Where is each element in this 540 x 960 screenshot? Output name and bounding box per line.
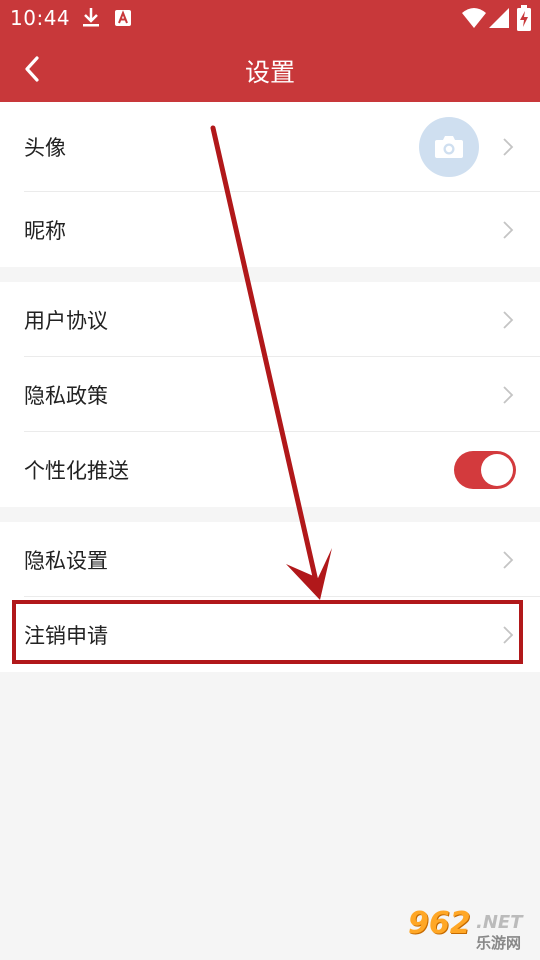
chevron-right-icon <box>503 138 514 156</box>
battery-charging-icon <box>517 5 531 35</box>
toggle-knob <box>481 453 513 486</box>
account-group: 隐私设置 注销申请 <box>0 522 540 672</box>
user-agreement-row[interactable]: 用户协议 <box>0 282 540 357</box>
account-cancellation-row[interactable]: 注销申请 <box>0 597 540 672</box>
status-time: 10:44 <box>10 6 71 30</box>
avatar-label: 头像 <box>24 136 66 160</box>
nickname-row[interactable]: 昵称 <box>0 192 540 267</box>
avatar[interactable] <box>419 117 479 177</box>
chevron-right-icon <box>503 310 514 329</box>
header-bar: 设置 <box>0 36 540 102</box>
user-agreement-label: 用户协议 <box>24 308 108 333</box>
watermark-site: 乐游网 <box>476 934 522 952</box>
chevron-right-icon <box>503 220 514 239</box>
watermark-number: 962 <box>408 906 471 941</box>
privacy-policy-row[interactable]: 隐私政策 <box>0 357 540 432</box>
chevron-right-icon <box>503 625 514 644</box>
personalized-push-row: 个性化推送 <box>0 432 540 507</box>
app-notification-icon <box>114 9 132 31</box>
camera-icon <box>435 136 463 158</box>
page-title: 设置 <box>244 58 295 87</box>
privacy-settings-label: 隐私设置 <box>24 548 108 573</box>
site-watermark: 962 .NET 乐游网 <box>402 906 532 954</box>
profile-group: 头像 昵称 <box>0 102 540 267</box>
download-icon <box>82 6 100 32</box>
privacy-settings-row[interactable]: 隐私设置 <box>0 522 540 597</box>
status-bar: 10:44 <box>0 0 540 36</box>
cell-signal-icon <box>489 7 509 33</box>
personalized-push-toggle[interactable] <box>454 450 516 489</box>
account-cancellation-label: 注销申请 <box>24 623 108 648</box>
personalized-push-label: 个性化推送 <box>24 458 129 483</box>
wifi-icon <box>462 7 486 33</box>
avatar-row[interactable]: 头像 <box>0 102 540 192</box>
policy-group: 用户协议 隐私政策 个性化推送 <box>0 282 540 507</box>
chevron-right-icon <box>503 550 514 569</box>
nickname-label: 昵称 <box>24 218 66 243</box>
chevron-right-icon <box>503 385 514 404</box>
watermark-net: .NET <box>476 912 523 933</box>
privacy-policy-label: 隐私政策 <box>24 383 108 408</box>
